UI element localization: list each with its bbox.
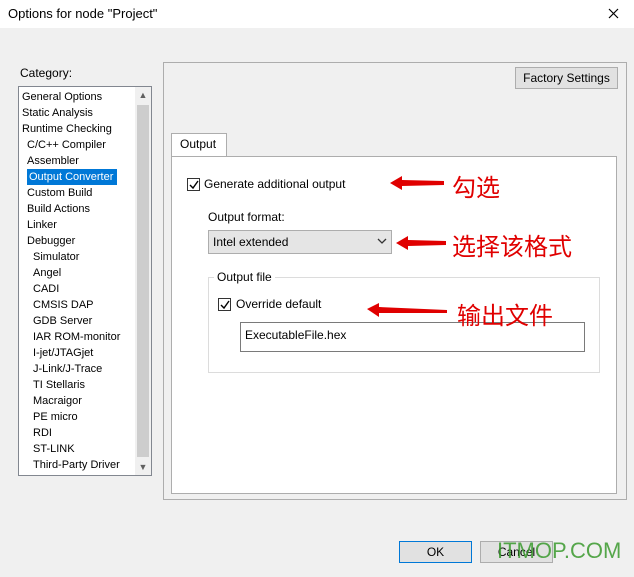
options-dialog: Options for node "Project" Category: ▲ ▼… bbox=[0, 0, 634, 577]
output-format-value: Intel extended bbox=[213, 235, 289, 249]
category-item[interactable]: General Options bbox=[22, 89, 102, 105]
category-item[interactable]: ST-LINK bbox=[33, 441, 75, 457]
arrow-left-icon bbox=[390, 176, 444, 190]
category-item[interactable]: PE micro bbox=[33, 409, 78, 425]
checkmark-icon bbox=[189, 180, 199, 190]
category-item[interactable]: Static Analysis bbox=[22, 105, 93, 121]
category-item[interactable]: C/C++ Compiler bbox=[27, 137, 106, 153]
tab-output[interactable]: Output bbox=[171, 133, 227, 157]
category-item[interactable]: Runtime Checking bbox=[22, 121, 112, 137]
category-item[interactable]: Build Actions bbox=[27, 201, 90, 217]
category-item[interactable]: Macraigor bbox=[33, 393, 82, 409]
category-item[interactable]: CADI bbox=[33, 281, 59, 297]
category-item[interactable]: J-Link/J-Trace bbox=[33, 361, 102, 377]
category-item[interactable]: Linker bbox=[27, 217, 57, 233]
close-icon bbox=[608, 8, 619, 19]
factory-settings-button[interactable]: Factory Settings bbox=[515, 67, 618, 89]
scroll-thumb[interactable] bbox=[137, 105, 149, 457]
category-label: Category: bbox=[20, 66, 73, 80]
output-format-select[interactable]: Intel extended bbox=[208, 230, 392, 254]
category-item[interactable]: RDI bbox=[33, 425, 52, 441]
category-item[interactable]: Assembler bbox=[27, 153, 79, 169]
annotation-check: 勾选 bbox=[452, 174, 500, 202]
category-list[interactable]: ▲ ▼ General Options Static Analysis Runtim… bbox=[18, 86, 152, 476]
category-item[interactable]: Output Converter bbox=[27, 169, 118, 185]
scroll-up-icon[interactable]: ▲ bbox=[135, 87, 151, 103]
generate-output-label: Generate additional output bbox=[204, 177, 346, 191]
category-item[interactable]: CMSIS DAP bbox=[33, 297, 94, 313]
checkmark-icon bbox=[220, 300, 230, 310]
watermark: ITMOP.COM bbox=[497, 538, 622, 563]
output-format-label: Output format: bbox=[208, 210, 285, 224]
output-filename-value: ExecutableFile.hex bbox=[245, 328, 347, 342]
close-button[interactable] bbox=[594, 0, 634, 28]
override-default-checkbox[interactable] bbox=[218, 298, 231, 311]
category-item[interactable]: GDB Server bbox=[33, 313, 92, 329]
category-item[interactable]: I-jet/JTAGjet bbox=[33, 345, 93, 361]
category-item[interactable]: Debugger bbox=[27, 233, 75, 249]
arrow-left-icon bbox=[367, 303, 447, 317]
scroll-down-icon[interactable]: ▼ bbox=[135, 459, 151, 475]
generate-output-checkbox[interactable] bbox=[187, 178, 200, 191]
category-item[interactable]: Simulator bbox=[33, 249, 79, 265]
category-scrollbar[interactable]: ▲ ▼ bbox=[135, 87, 151, 475]
category-item[interactable]: Angel bbox=[33, 265, 61, 281]
annotation-format: 选择该格式 bbox=[452, 233, 572, 261]
chevron-down-icon bbox=[377, 238, 387, 244]
category-item[interactable]: Custom Build bbox=[27, 185, 92, 201]
output-file-group-label: Output file bbox=[214, 270, 275, 284]
category-item[interactable]: IAR ROM-monitor bbox=[33, 329, 120, 345]
arrow-left-icon bbox=[396, 236, 446, 250]
override-default-label: Override default bbox=[236, 297, 322, 311]
category-item[interactable]: Third-Party Driver bbox=[33, 457, 120, 473]
window-title: Options for node "Project" bbox=[8, 6, 158, 21]
ok-button[interactable]: OK bbox=[399, 541, 472, 563]
annotation-file: 输出文件 bbox=[457, 302, 553, 330]
category-item[interactable]: TI Stellaris bbox=[33, 377, 85, 393]
title-bar: Options for node "Project" bbox=[0, 0, 634, 28]
